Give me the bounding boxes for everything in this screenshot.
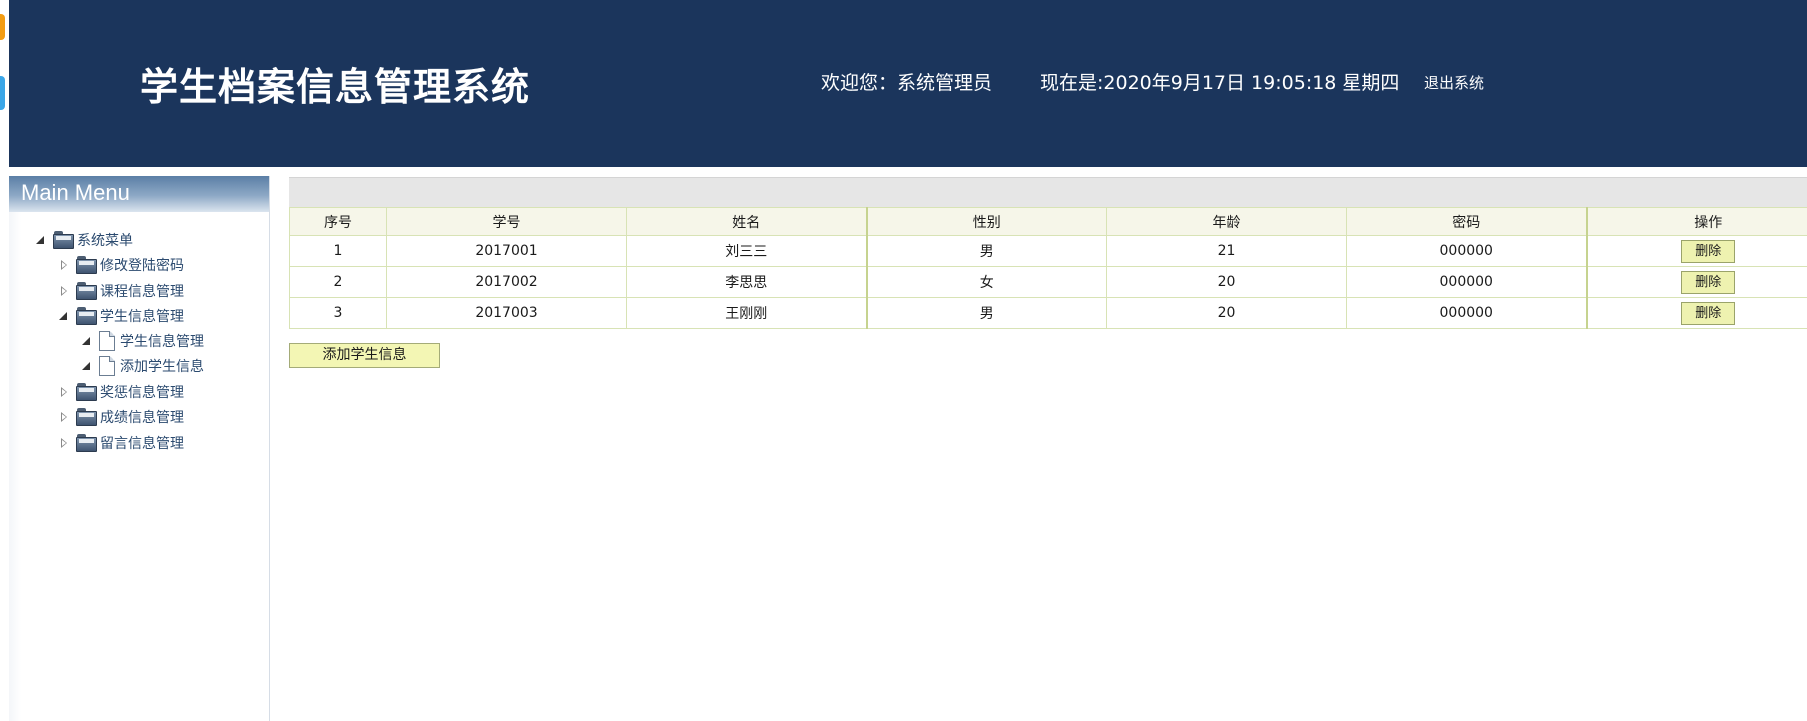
cell-age: 21 [1106, 235, 1347, 267]
table-toolbar-strip [289, 177, 1807, 207]
column-header: 序号 [289, 207, 387, 236]
table-row: 2 2017002 李思思 女 20 000000 删除 [289, 266, 1807, 298]
leaf-toggle-icon [81, 360, 93, 372]
tree-item-student-management[interactable]: 学生信息管理 [58, 304, 184, 328]
cell-password: 000000 [1346, 266, 1587, 298]
delete-button[interactable]: 删除 [1681, 270, 1736, 294]
folder-icon [76, 282, 97, 300]
tree-item-reward-punishment[interactable]: 奖惩信息管理 [58, 380, 184, 404]
collapsed-toggle-icon[interactable] [58, 411, 70, 423]
tree-item-grade-management[interactable]: 成绩信息管理 [58, 405, 184, 429]
cell-student-id: 2017002 [386, 266, 627, 298]
tree-item-label: 课程信息管理 [100, 284, 184, 300]
expand-toggle-icon[interactable] [35, 234, 47, 246]
tree-item-course-management[interactable]: 课程信息管理 [58, 279, 184, 303]
welcome-text: 欢迎您：系统管理员 [821, 72, 993, 94]
tree-item-label: 修改登陆密码 [100, 258, 184, 274]
expand-toggle-icon[interactable] [58, 310, 70, 322]
cell-action: 删除 [1585, 266, 1807, 298]
column-header: 学号 [386, 207, 627, 236]
tree-item-label: 留言信息管理 [100, 436, 184, 452]
tree-subitem-student-list[interactable]: 学生信息管理 [81, 329, 204, 353]
tree-item-label: 学生信息管理 [100, 309, 184, 325]
leaf-toggle-icon [81, 335, 93, 347]
folder-icon [53, 231, 74, 249]
cell-index: 2 [289, 266, 387, 298]
collapsed-toggle-icon[interactable] [58, 259, 70, 271]
cell-age: 20 [1106, 297, 1347, 329]
column-header: 性别 [865, 207, 1107, 236]
cell-gender: 女 [865, 266, 1107, 298]
current-time-text: 现在是:2020年9月17日 19:05:18 星期四 [1040, 72, 1400, 94]
tree-subitem-add-student[interactable]: 添加学生信息 [81, 354, 204, 378]
tree-item-label: 奖惩信息管理 [100, 385, 184, 401]
table-header-row: 序号 学号 姓名 性别 年龄 密码 操作 [289, 207, 1807, 236]
tree-item-change-password[interactable]: 修改登陆密码 [58, 253, 184, 277]
logout-link[interactable]: 退出系统 [1424, 72, 1484, 93]
sidebar-heading: Main Menu [9, 176, 269, 212]
folder-icon [76, 383, 97, 401]
file-icon [99, 356, 115, 376]
table-row: 3 2017003 王刚刚 男 20 000000 删除 [289, 297, 1807, 329]
file-icon [99, 331, 115, 351]
collapsed-toggle-icon[interactable] [58, 386, 70, 398]
cell-index: 3 [289, 297, 387, 329]
sidebar: Main Menu 系统菜单 修改登陆密码 课程信息管理 学生信息管理 学生信息… [9, 176, 270, 721]
tree-item-label: 成绩信息管理 [100, 410, 184, 426]
column-header: 操作 [1585, 207, 1807, 236]
collapsed-toggle-icon[interactable] [58, 437, 70, 449]
cell-student-id: 2017001 [386, 235, 627, 267]
delete-button[interactable]: 删除 [1681, 239, 1736, 263]
cell-password: 000000 [1346, 235, 1587, 267]
cell-index: 1 [289, 235, 387, 267]
tree-root-label: 系统菜单 [77, 233, 133, 249]
edge-artifact-orange [0, 14, 5, 40]
column-header: 密码 [1346, 207, 1587, 236]
tree-root-system-menu[interactable]: 系统菜单 [35, 228, 133, 252]
collapsed-toggle-icon[interactable] [58, 285, 70, 297]
student-table: 序号 学号 姓名 性别 年龄 密码 操作 1 2017001 刘三三 男 21 … [289, 207, 1807, 329]
cell-password: 000000 [1346, 297, 1587, 329]
cell-name: 刘三三 [626, 235, 867, 267]
tree-subitem-label: 添加学生信息 [120, 359, 204, 375]
folder-icon [76, 408, 97, 426]
cell-action: 删除 [1585, 235, 1807, 267]
tree-item-message-management[interactable]: 留言信息管理 [58, 431, 184, 455]
column-header: 姓名 [626, 207, 867, 236]
top-header: 学生档案信息管理系统 欢迎您：系统管理员 现在是:2020年9月17日 19:0… [9, 0, 1807, 167]
tree-subitem-label: 学生信息管理 [120, 334, 204, 350]
cell-action: 删除 [1585, 297, 1807, 329]
table-row: 1 2017001 刘三三 男 21 000000 删除 [289, 235, 1807, 267]
edge-artifact-blue [0, 76, 5, 110]
cell-age: 20 [1106, 266, 1347, 298]
folder-icon [76, 434, 97, 452]
app-title: 学生档案信息管理系统 [140, 65, 531, 109]
add-student-button[interactable]: 添加学生信息 [289, 343, 440, 368]
delete-button[interactable]: 删除 [1681, 301, 1736, 325]
cell-name: 王刚刚 [626, 297, 867, 329]
cell-gender: 男 [865, 235, 1107, 267]
folder-icon [76, 256, 97, 274]
cell-name: 李思思 [626, 266, 867, 298]
cell-gender: 男 [865, 297, 1107, 329]
column-header: 年龄 [1106, 207, 1347, 236]
folder-icon [76, 307, 97, 325]
cell-student-id: 2017003 [386, 297, 627, 329]
